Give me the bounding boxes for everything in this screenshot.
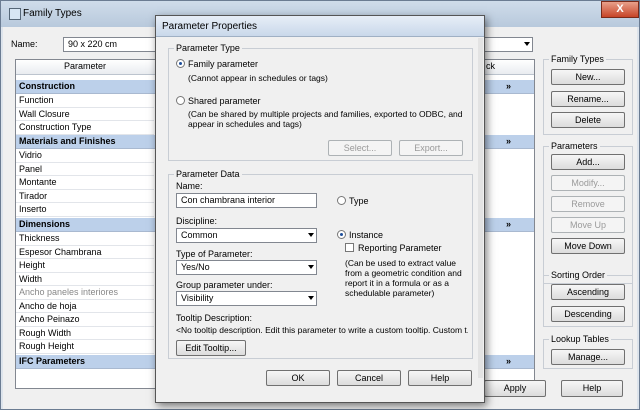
- chevron-down-icon: [308, 233, 314, 237]
- window-title: Family Types: [23, 8, 82, 19]
- name-label: Name:: [11, 39, 38, 49]
- group-caption: Parameter Data: [174, 169, 242, 179]
- collapse-icon[interactable]: »: [506, 80, 511, 93]
- reporting-parameter-desc: (Can be used to extract value from a geo…: [345, 258, 462, 298]
- table-row[interactable]: Panel: [16, 163, 154, 176]
- chevron-down-icon: [524, 42, 530, 46]
- parameter-properties-dialog: Parameter Properties Parameter Type Fami…: [155, 15, 485, 403]
- reporting-parameter-checkbox[interactable]: [345, 243, 354, 252]
- group-caption: Parameters: [549, 141, 600, 151]
- apply-button[interactable]: Apply: [484, 380, 546, 397]
- export-button[interactable]: Export...: [399, 140, 463, 156]
- descending-button[interactable]: Descending: [551, 306, 625, 322]
- collapse-icon[interactable]: »: [506, 135, 511, 148]
- group-under-value: Visibility: [181, 293, 214, 303]
- column-header-lock[interactable]: ck: [486, 61, 495, 71]
- type-of-parameter-value: Yes/No: [181, 262, 210, 272]
- group-label: IFC Parameters: [19, 356, 86, 366]
- shared-parameter-label: Shared parameter: [188, 96, 261, 106]
- table-row[interactable]: Width: [16, 273, 154, 286]
- table-row[interactable]: Height: [16, 259, 154, 273]
- help-button[interactable]: Help: [408, 370, 472, 386]
- discipline-value: Common: [181, 230, 218, 240]
- table-row[interactable]: Rough Height: [16, 340, 154, 354]
- discipline-select[interactable]: Common: [176, 228, 317, 243]
- table-row[interactable]: Ancho paneles interiores: [16, 286, 154, 300]
- chevron-down-icon: [308, 296, 314, 300]
- table-row[interactable]: Tirador: [16, 190, 154, 203]
- collapse-icon[interactable]: »: [506, 218, 511, 231]
- group-label: Materials and Finishes: [19, 136, 116, 146]
- table-row[interactable]: Montante: [16, 176, 154, 190]
- table-row[interactable]: Vidrio: [16, 149, 154, 163]
- dialog-title: Parameter Properties: [162, 21, 258, 32]
- group-under-label: Group parameter under:: [176, 280, 273, 290]
- modify-parameter-button[interactable]: Modify...: [551, 175, 625, 191]
- help-button[interactable]: Help: [561, 380, 623, 397]
- table-row[interactable]: Ancho Peinazo: [16, 313, 154, 327]
- shared-parameter-desc: (Can be shared by multiple projects and …: [188, 109, 463, 129]
- table-row[interactable]: Wall Closure: [16, 108, 154, 121]
- type-radio[interactable]: [337, 196, 346, 205]
- group-caption: Sorting Order: [549, 270, 608, 280]
- family-parameter-radio[interactable]: [176, 59, 185, 68]
- reporting-parameter-label: Reporting Parameter: [358, 243, 442, 253]
- family-parameter-label: Family parameter: [188, 59, 259, 69]
- type-of-parameter-select[interactable]: Yes/No: [176, 260, 317, 275]
- tooltip-label: Tooltip Description:: [176, 313, 253, 323]
- group-caption: Parameter Type: [174, 43, 242, 53]
- group-caption: Family Types: [549, 54, 606, 64]
- family-parameter-desc: (Cannot appear in schedules or tags): [188, 73, 328, 83]
- tooltip-description: <No tooltip description. Edit this param…: [176, 325, 468, 335]
- table-row[interactable]: Ancho de hoja: [16, 300, 154, 313]
- add-parameter-button[interactable]: Add...: [551, 154, 625, 170]
- delete-type-button[interactable]: Delete: [551, 112, 625, 128]
- ascending-button[interactable]: Ascending: [551, 284, 625, 300]
- edit-tooltip-button[interactable]: Edit Tooltip...: [176, 340, 246, 356]
- dialog-scrollbar[interactable]: [478, 38, 483, 378]
- type-name-value: 90 x 220 cm: [68, 39, 118, 49]
- dialog-titlebar[interactable]: Parameter Properties: [156, 16, 484, 37]
- discipline-label: Discipline:: [176, 216, 218, 226]
- group-caption: Lookup Tables: [549, 334, 611, 344]
- group-label: Construction: [19, 81, 75, 91]
- rename-type-button[interactable]: Rename...: [551, 91, 625, 107]
- group-label: Dimensions: [19, 219, 71, 229]
- grid-scrollbar[interactable]: [533, 74, 534, 388]
- shared-parameter-radio[interactable]: [176, 96, 185, 105]
- select-button[interactable]: Select...: [328, 140, 392, 156]
- table-row[interactable]: Thickness: [16, 232, 154, 246]
- close-button[interactable]: X: [601, 1, 639, 18]
- name-label: Name:: [176, 181, 203, 191]
- table-row[interactable]: Function: [16, 94, 154, 108]
- chevron-down-icon: [308, 265, 314, 269]
- column-header-parameter[interactable]: Parameter: [16, 61, 154, 71]
- type-of-parameter-label: Type of Parameter:: [176, 249, 253, 259]
- table-row[interactable]: Espesor Chambrana: [16, 246, 154, 259]
- ok-button[interactable]: OK: [266, 370, 330, 386]
- instance-radio[interactable]: [337, 230, 346, 239]
- type-radio-label: Type: [349, 196, 369, 206]
- parameter-name-field[interactable]: Con chambrana interior: [176, 193, 317, 208]
- collapse-icon[interactable]: »: [506, 355, 511, 368]
- remove-parameter-button[interactable]: Remove: [551, 196, 625, 212]
- table-row[interactable]: Inserto: [16, 203, 154, 217]
- new-type-button[interactable]: New...: [551, 69, 625, 85]
- group-under-select[interactable]: Visibility: [176, 291, 317, 306]
- instance-radio-label: Instance: [349, 230, 384, 240]
- manage-lookup-button[interactable]: Manage...: [551, 349, 625, 365]
- table-row[interactable]: Construction Type: [16, 121, 154, 135]
- window-icon: [9, 8, 21, 20]
- move-up-button[interactable]: Move Up: [551, 217, 625, 233]
- table-row[interactable]: Rough Width: [16, 327, 154, 340]
- cancel-button[interactable]: Cancel: [337, 370, 401, 386]
- move-down-button[interactable]: Move Down: [551, 238, 625, 254]
